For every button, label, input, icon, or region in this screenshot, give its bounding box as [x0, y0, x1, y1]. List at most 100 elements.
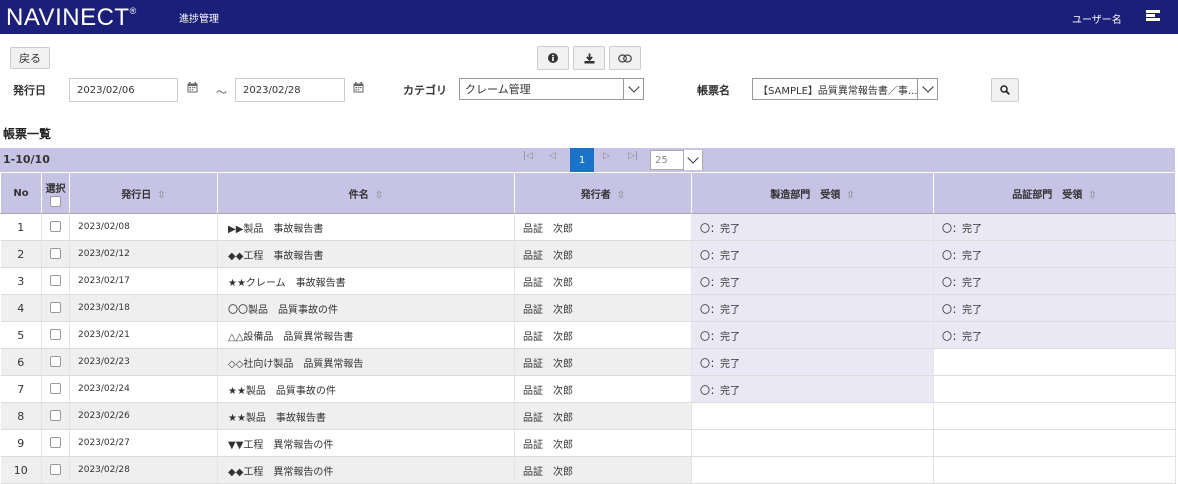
chevron-down-icon — [917, 79, 937, 99]
header-issuer[interactable]: 発行者 ⇳ — [514, 172, 692, 214]
chevron-down-icon — [683, 150, 702, 170]
row-no: 1 — [0, 213, 42, 241]
row-checkbox[interactable] — [50, 464, 61, 476]
table-row[interactable]: 10 2023/02/28 ◆◆工程 異常報告の件 品証 次郎 — [0, 456, 1176, 484]
table-row[interactable]: 5 2023/02/21 △△設備品 品質異常報告書 品証 次郎 〇：完了 〇：完了 — [0, 321, 1176, 349]
header-subject[interactable]: 件名 ⇳ — [217, 172, 515, 214]
row-checkbox[interactable] — [50, 275, 61, 287]
per-page-select[interactable]: 25 — [650, 150, 703, 170]
link-button[interactable] — [609, 46, 641, 70]
row-qa-receipt: 〇：完了 — [933, 267, 1176, 295]
row-checkbox[interactable] — [50, 248, 61, 260]
row-select[interactable] — [41, 213, 70, 241]
table-row[interactable]: 8 2023/02/26 ★★製品 事故報告書 品証 次郎 — [0, 402, 1176, 430]
row-checkbox[interactable] — [50, 329, 61, 341]
last-page-icon[interactable]: ▷| — [628, 151, 638, 161]
header-qa-receipt[interactable]: 品証部門 受領 ⇳ — [933, 172, 1176, 214]
current-page-button[interactable]: 1 — [570, 148, 594, 172]
date-from-input[interactable]: 2023/02/06 — [69, 78, 178, 102]
row-issuer: 品証 次郎 — [514, 429, 692, 457]
row-subject[interactable]: ▼▼工程 異常報告の件 — [217, 429, 515, 457]
header-mfg-receipt[interactable]: 製造部門 受領 ⇳ — [691, 172, 934, 214]
back-button[interactable]: 戻る — [10, 47, 50, 69]
row-date: 2023/02/23 — [69, 348, 218, 376]
prev-page-icon[interactable]: ◁ — [549, 151, 556, 161]
row-issuer: 品証 次郎 — [514, 321, 692, 349]
row-date: 2023/02/28 — [69, 456, 218, 484]
row-select[interactable] — [41, 267, 70, 295]
table-row[interactable]: 6 2023/02/23 ◇◇社向け製品 品質異常報告 品証 次郎 〇：完了 — [0, 348, 1176, 376]
row-mfg-receipt: 〇：完了 — [691, 294, 934, 322]
row-subject[interactable]: ◆◆工程 事故報告書 — [217, 240, 515, 268]
row-mfg-receipt: 〇：完了 — [691, 267, 934, 295]
row-checkbox[interactable] — [50, 437, 61, 449]
sort-icon[interactable]: ⇳ — [846, 190, 854, 201]
table-row[interactable]: 9 2023/02/27 ▼▼工程 異常報告の件 品証 次郎 — [0, 429, 1176, 457]
table-row[interactable]: 2 2023/02/12 ◆◆工程 事故報告書 品証 次郎 〇：完了 〇：完了 — [0, 240, 1176, 268]
row-checkbox[interactable] — [50, 356, 61, 368]
info-button[interactable] — [537, 46, 569, 70]
form-select[interactable]: 【SAMPLE】品質異常報告書／事... — [752, 78, 938, 100]
row-subject[interactable]: ▶▶製品 事故報告書 — [217, 213, 515, 241]
calendar-icon[interactable] — [187, 82, 198, 96]
row-subject[interactable]: ★★製品 事故報告書 — [217, 402, 515, 430]
row-mfg-receipt: 〇：完了 — [691, 375, 934, 403]
row-select[interactable] — [41, 375, 70, 403]
row-select[interactable] — [41, 240, 70, 268]
chevron-down-icon — [623, 79, 643, 99]
row-checkbox[interactable] — [50, 221, 61, 233]
row-no: 3 — [0, 267, 42, 295]
menu-icon[interactable] — [1146, 10, 1160, 21]
row-select[interactable] — [41, 402, 70, 430]
row-select[interactable] — [41, 429, 70, 457]
date-label: 発行日 — [13, 84, 46, 97]
row-checkbox[interactable] — [50, 383, 61, 395]
page-title: 進捗管理 — [179, 14, 219, 25]
sort-icon[interactable]: ⇳ — [375, 190, 383, 201]
table-row[interactable]: 7 2023/02/24 ★★製品 品質事故の件 品証 次郎 〇：完了 — [0, 375, 1176, 403]
row-issuer: 品証 次郎 — [514, 456, 692, 484]
row-qa-receipt: 〇：完了 — [933, 321, 1176, 349]
row-checkbox[interactable] — [50, 410, 61, 422]
link-icon — [618, 53, 632, 63]
row-mfg-receipt — [691, 429, 934, 457]
row-select[interactable] — [41, 348, 70, 376]
row-subject[interactable]: 〇〇製品 品質事故の件 — [217, 294, 515, 322]
table-row[interactable]: 1 2023/02/08 ▶▶製品 事故報告書 品証 次郎 〇：完了 〇：完了 — [0, 213, 1176, 241]
form-value: 【SAMPLE】品質異常報告書／事... — [758, 85, 918, 97]
download-button[interactable] — [573, 46, 605, 70]
row-select[interactable] — [41, 321, 70, 349]
table-row[interactable]: 3 2023/02/17 ★★クレーム 事故報告書 品証 次郎 〇：完了 〇：完了 — [0, 267, 1176, 295]
row-select[interactable] — [41, 294, 70, 322]
row-no: 6 — [0, 348, 42, 376]
row-subject[interactable]: ◆◆工程 異常報告の件 — [217, 456, 515, 484]
row-qa-receipt: 〇：完了 — [933, 213, 1176, 241]
row-subject[interactable]: ★★クレーム 事故報告書 — [217, 267, 515, 295]
username[interactable]: ユーザー名 — [1072, 11, 1122, 26]
row-no: 7 — [0, 375, 42, 403]
header-date[interactable]: 発行日 ⇳ — [69, 172, 218, 214]
row-checkbox[interactable] — [50, 302, 61, 314]
table-row[interactable]: 4 2023/02/18 〇〇製品 品質事故の件 品証 次郎 〇：完了 〇：完了 — [0, 294, 1176, 322]
logo[interactable]: NAVINECT® — [6, 4, 137, 32]
top-bar: NAVINECT® 進捗管理 ユーザー名 — [0, 0, 1178, 34]
info-icon — [548, 53, 558, 63]
row-date: 2023/02/17 — [69, 267, 218, 295]
row-subject[interactable]: △△設備品 品質異常報告書 — [217, 321, 515, 349]
first-page-icon[interactable]: |◁ — [523, 151, 533, 161]
record-count: 1-10/10 — [3, 153, 50, 166]
category-select[interactable]: クレーム管理 — [459, 78, 644, 100]
row-subject[interactable]: ◇◇社向け製品 品質異常報告 — [217, 348, 515, 376]
search-button[interactable] — [991, 78, 1019, 102]
row-date: 2023/02/12 — [69, 240, 218, 268]
row-no: 2 — [0, 240, 42, 268]
sort-icon[interactable]: ⇳ — [1088, 190, 1096, 201]
sort-icon[interactable]: ⇳ — [157, 190, 165, 201]
row-select[interactable] — [41, 456, 70, 484]
select-all-checkbox[interactable] — [50, 195, 61, 207]
next-page-icon[interactable]: ▷ — [603, 151, 610, 161]
sort-icon[interactable]: ⇳ — [617, 190, 625, 201]
date-to-input[interactable]: 2023/02/28 — [235, 78, 345, 102]
calendar-icon[interactable] — [353, 82, 364, 96]
row-subject[interactable]: ★★製品 品質事故の件 — [217, 375, 515, 403]
